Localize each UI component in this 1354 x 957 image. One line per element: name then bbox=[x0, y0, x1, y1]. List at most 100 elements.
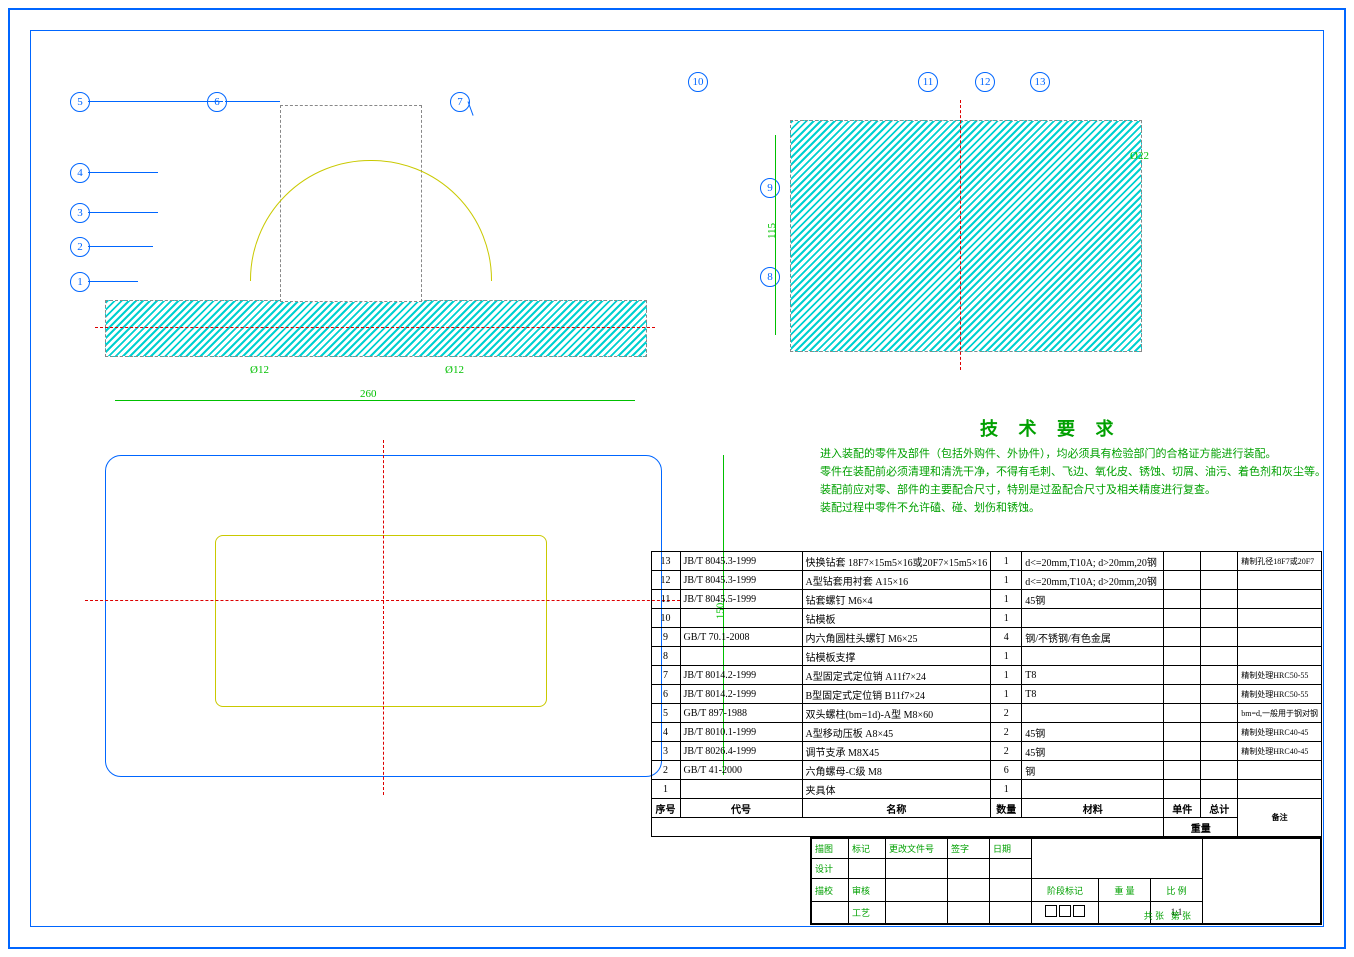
bom-hdr-idx: 序号 bbox=[651, 799, 680, 818]
bom-cell-qty: 1 bbox=[991, 609, 1022, 628]
bom-cell-name: 钻套螺钉 M6×4 bbox=[802, 590, 991, 609]
bom-cell-w2 bbox=[1201, 685, 1238, 704]
bom-cell-code: JB/T 8010.1-1999 bbox=[680, 723, 802, 742]
bom-cell-name: 六角螺母-C级 M8 bbox=[802, 761, 991, 780]
bom-hdr-qty: 数量 bbox=[991, 799, 1022, 818]
dim-22: Ø22 bbox=[1130, 150, 1149, 162]
tb-stage: 阶段标记 bbox=[1032, 879, 1099, 901]
bom-cell-w1 bbox=[1164, 723, 1201, 742]
bom-cell-w2 bbox=[1201, 609, 1238, 628]
bom-row: 10钻模板1 bbox=[651, 609, 1321, 628]
bom-cell-name: 夹具体 bbox=[802, 780, 991, 799]
bom-cell-qty: 1 bbox=[991, 647, 1022, 666]
bom-row: 2GB/T 41-2000六角螺母-C级 M86钢 bbox=[651, 761, 1321, 780]
bom-cell-qty: 1 bbox=[991, 685, 1022, 704]
bom-row: 4JB/T 8010.1-1999A型移动压板 A8×45245钢精制处理HRC… bbox=[651, 723, 1321, 742]
bom-hdr-note: 备注 bbox=[1238, 799, 1322, 837]
bom-hdr-name: 名称 bbox=[802, 799, 991, 818]
tech-req-4: 装配过程中零件不允许磕、碰、划伤和锈蚀。 bbox=[820, 499, 1040, 515]
balloon-4: 4 bbox=[70, 163, 90, 183]
balloon-9: 9 bbox=[760, 178, 780, 198]
tb-r1c3: 更改文件号 bbox=[886, 839, 948, 859]
bom-cell-qty: 6 bbox=[991, 761, 1022, 780]
dim-115: 115 bbox=[766, 223, 778, 239]
balloon-10: 10 bbox=[688, 72, 708, 92]
bom-row: 1夹具体1 bbox=[651, 780, 1321, 799]
bom-row: 5GB/T 897-1988双头螺柱(bm=1d)-A型 M8×602bm=d,… bbox=[651, 704, 1321, 723]
bom-cell-w1 bbox=[1164, 761, 1201, 780]
bom-header-row2: 重量 bbox=[651, 818, 1321, 837]
bom-cell-w2 bbox=[1201, 628, 1238, 647]
balloon-11: 11 bbox=[918, 72, 938, 92]
bom-cell-name: 双头螺柱(bm=1d)-A型 M8×60 bbox=[802, 704, 991, 723]
bom-cell-mat: 45钢 bbox=[1022, 590, 1164, 609]
balloon-6: 6 bbox=[207, 92, 227, 112]
bom-cell-w2 bbox=[1201, 780, 1238, 799]
bom-cell-idx: 9 bbox=[651, 628, 680, 647]
bom-row: 13JB/T 8045.3-1999快换钻套 18F7×15m5×16或20F7… bbox=[651, 552, 1321, 571]
bom-cell-w2 bbox=[1201, 761, 1238, 780]
balloon-2: 2 bbox=[70, 237, 90, 257]
bom-cell-w2 bbox=[1201, 723, 1238, 742]
bom-cell-w1 bbox=[1164, 780, 1201, 799]
tb-r3c2: 审核 bbox=[849, 879, 886, 901]
leader bbox=[88, 246, 153, 247]
bom-cell-name: A型固定式定位销 A11f7×24 bbox=[802, 666, 991, 685]
bom-cell-mat: 钢 bbox=[1022, 761, 1164, 780]
bom-cell-name: A型钻套用衬套 A15×16 bbox=[802, 571, 991, 590]
bom-cell-w1 bbox=[1164, 647, 1201, 666]
centerline bbox=[95, 327, 655, 328]
bom-cell-idx: 8 bbox=[651, 647, 680, 666]
bom-cell-name: 内六角圆柱头螺钉 M6×25 bbox=[802, 628, 991, 647]
bom-cell-mat: d<=20mm,T10A; d>20mm,20钢 bbox=[1022, 571, 1164, 590]
bom-cell-w2 bbox=[1201, 666, 1238, 685]
bom-row: 3JB/T 8026.4-1999调节支承 M8X45245钢精制处理HRC40… bbox=[651, 742, 1321, 761]
tb-r1c5: 日期 bbox=[990, 839, 1032, 859]
bom-cell-idx: 1 bbox=[651, 780, 680, 799]
bom-cell-name: B型固定式定位销 B11f7×24 bbox=[802, 685, 991, 704]
bom-cell-name: A型移动压板 A8×45 bbox=[802, 723, 991, 742]
bom-cell-idx: 11 bbox=[651, 590, 680, 609]
leader bbox=[88, 281, 138, 282]
bom-cell-idx: 3 bbox=[651, 742, 680, 761]
bom-hdr-mat: 材料 bbox=[1022, 799, 1164, 818]
bom-row: 8 钻模板支撑1 bbox=[651, 647, 1321, 666]
dim-260: 260 bbox=[360, 388, 377, 400]
bom-cell-w1 bbox=[1164, 628, 1201, 647]
bom-cell-w1 bbox=[1164, 590, 1201, 609]
bom-cell-w2 bbox=[1201, 647, 1238, 666]
bom-cell-name: 钻模板支撑 bbox=[802, 647, 991, 666]
tech-req-3: 装配前应对零、部件的主要配合尺寸，特别是过盈配合尺寸及相关精度进行复查。 bbox=[820, 481, 1216, 497]
centerline bbox=[383, 440, 384, 795]
bom-cell-qty: 1 bbox=[991, 571, 1022, 590]
tb-weight: 重 量 bbox=[1099, 879, 1151, 901]
bom-cell-qty: 1 bbox=[991, 590, 1022, 609]
side-view bbox=[790, 120, 1142, 352]
workpiece-outline-top bbox=[215, 535, 547, 707]
dim-12b: Ø12 bbox=[445, 364, 464, 376]
bom-cell-mat: T8 bbox=[1022, 685, 1164, 704]
bom-cell-w2 bbox=[1201, 571, 1238, 590]
bom-cell-note: 精制处理HRC50-55 bbox=[1238, 666, 1322, 685]
tech-req-2: 零件在装配前必须清理和清洗干净，不得有毛刺、飞边、氧化皮、锈蚀、切屑、油污、着色… bbox=[820, 463, 1326, 479]
bom-cell-code bbox=[680, 609, 802, 628]
bom-cell-code: JB/T 8045.3-1999 bbox=[680, 571, 802, 590]
tb-r3c1: 描校 bbox=[812, 879, 849, 901]
bom-cell-name: 调节支承 M8X45 bbox=[802, 742, 991, 761]
bom-cell-note: 精制处理HRC40-45 bbox=[1238, 723, 1322, 742]
bom-cell-mat: 45钢 bbox=[1022, 742, 1164, 761]
bom-cell-mat: T8 bbox=[1022, 666, 1164, 685]
bom-cell-code: JB/T 8045.5-1999 bbox=[680, 590, 802, 609]
bom-cell-note bbox=[1238, 571, 1322, 590]
tb-r1c2: 标记 bbox=[849, 839, 886, 859]
bom-hdr-code: 代号 bbox=[680, 799, 802, 818]
bom-row: 12JB/T 8045.3-1999A型钻套用衬套 A15×161d<=20mm… bbox=[651, 571, 1321, 590]
tb-r1c1: 描图 bbox=[812, 839, 849, 859]
bom-cell-mat bbox=[1022, 780, 1164, 799]
bom-cell-idx: 7 bbox=[651, 666, 680, 685]
bom-cell-w1 bbox=[1164, 742, 1201, 761]
bom-cell-note: 精制处理HRC40-45 bbox=[1238, 742, 1322, 761]
bom-hdr-wgroup: 重量 bbox=[1164, 818, 1238, 837]
tech-req-title: 技 术 要 求 bbox=[980, 415, 1122, 441]
bom-hdr-w2: 总计 bbox=[1201, 799, 1238, 818]
